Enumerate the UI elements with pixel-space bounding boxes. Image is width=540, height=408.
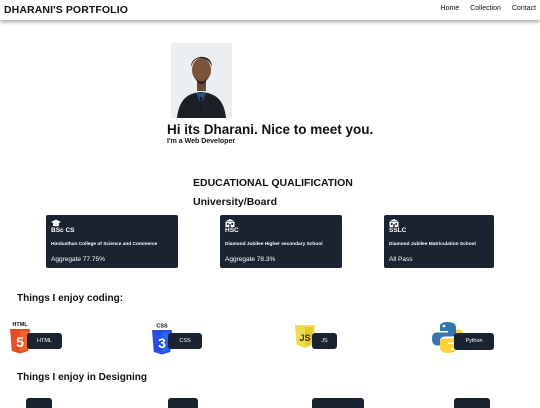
nav-links: Home Collection Contact [432,5,536,12]
nav-link-home[interactable]: Home [441,5,460,12]
education-card-sslc: SSLC Diamond Jubilee Matriculation Schoo… [384,215,494,268]
svg-text:CSS: CSS [156,324,168,330]
profile-photo [171,43,232,118]
skill-pill-css: CSS [168,333,202,349]
education-subtitle: University/Board [193,196,278,208]
education-card-bsc: BSc CS Hindusthan College of Science and… [46,215,178,268]
svg-text:JS: JS [299,333,310,343]
card-institution: Hindusthan College of Science and Commer… [51,242,158,247]
hero-role: I'm a Web Developer [167,138,236,145]
design-card-partial [168,398,198,408]
designing-section-title: Things I enjoy in Designing [17,372,148,383]
card-degree: BSc CS [51,227,75,234]
graduation-cap-icon [51,219,61,227]
card-degree: HSC [225,227,239,234]
nav-link-collection[interactable]: Collection [470,5,501,12]
design-card-partial [312,398,364,408]
design-card-partial [454,398,490,408]
school-building-icon [225,219,235,227]
card-institution: Diamond Jubilee Matriculation School [389,242,476,247]
card-aggregate: All Pass [389,256,413,263]
svg-text:5: 5 [16,334,24,350]
brand-title[interactable]: DHARANI'S PORTFOLIO [4,4,128,16]
nav-link-contact[interactable]: Contact [512,5,536,12]
top-navbar: DHARANI'S PORTFOLIO Home Collection Cont… [0,0,540,20]
card-institution: Diamond Jubilee Higher secondary School [225,242,323,247]
skill-pill-html: HTML [27,333,62,349]
card-aggregate: Aggregate 77.75% [51,256,105,263]
hero-greeting: Hi its Dharani. Nice to meet you. [167,122,374,137]
skill-pill-js: JS [312,333,337,349]
school-building-icon [389,219,399,227]
skill-pill-python: Python [454,333,494,350]
coding-section-title: Things I enjoy coding: [17,293,124,304]
svg-text:HTML: HTML [12,322,28,328]
education-card-hsc: HSC Diamond Jubilee Higher secondary Sch… [220,215,342,268]
design-card-partial [26,398,52,408]
education-title: EDUCATIONAL QUALIFICATION [193,177,353,189]
card-degree: SSLC [389,227,407,234]
card-aggregate: Aggregate 78.3% [225,256,276,263]
svg-text:3: 3 [158,335,166,351]
